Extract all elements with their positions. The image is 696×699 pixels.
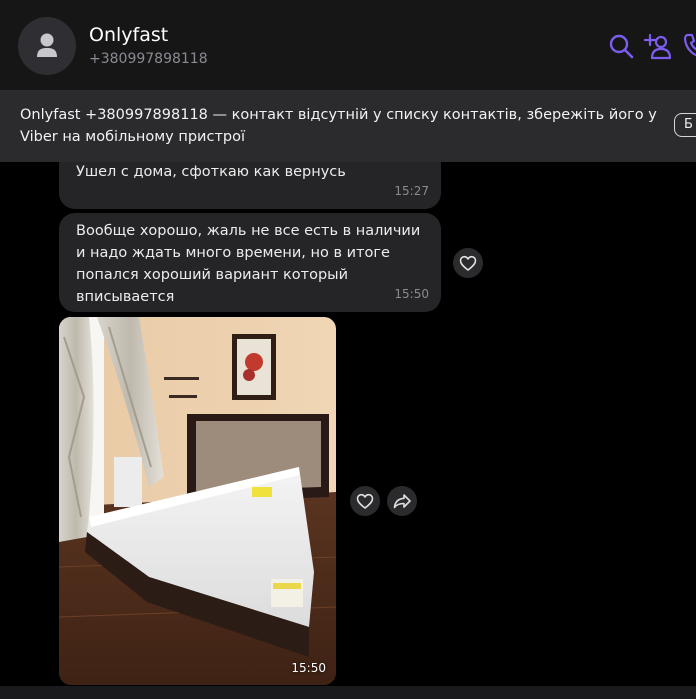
user-placeholder-icon	[37, 33, 57, 57]
message-time: 15:50	[394, 287, 429, 301]
message-text: Ушел с дома, сфоткаю как вернусь	[76, 164, 346, 180]
viber-chat-window: Onlyfast +380997898118 Onlyfast +3809978…	[0, 0, 696, 699]
contact-phone: +380997898118	[89, 51, 208, 67]
search-icon[interactable]	[607, 32, 635, 60]
contact-name[interactable]: Onlyfast	[89, 24, 168, 46]
chat-header: Onlyfast +380997898118	[0, 0, 696, 90]
message-time: 15:50	[291, 661, 326, 675]
heart-icon	[459, 255, 477, 271]
unknown-contact-banner-overlay: Onlyfast +380997898118 — контакт відсутн…	[0, 90, 696, 162]
banner-button[interactable]: Б	[674, 113, 696, 137]
avatar[interactable]	[18, 17, 76, 75]
message-bubble[interactable]: Вообще хорошо, жаль не все есть в наличи…	[59, 213, 441, 312]
banner-text: Onlyfast +380997898118 — контакт відсутн…	[20, 107, 657, 145]
add-contact-icon[interactable]	[644, 32, 672, 60]
message-text: Вообще хорошо, жаль не все есть в наличи…	[76, 223, 421, 305]
call-icon[interactable]	[682, 32, 696, 60]
bottom-bar	[0, 686, 696, 699]
bed-photo	[59, 317, 336, 685]
forward-icon	[393, 494, 411, 509]
forward-button[interactable]	[387, 486, 417, 516]
message-time: 15:27	[394, 184, 429, 198]
like-button[interactable]	[350, 486, 380, 516]
heart-icon	[356, 493, 374, 509]
photo-message[interactable]: 15:50	[59, 317, 336, 685]
like-button[interactable]	[453, 248, 483, 278]
